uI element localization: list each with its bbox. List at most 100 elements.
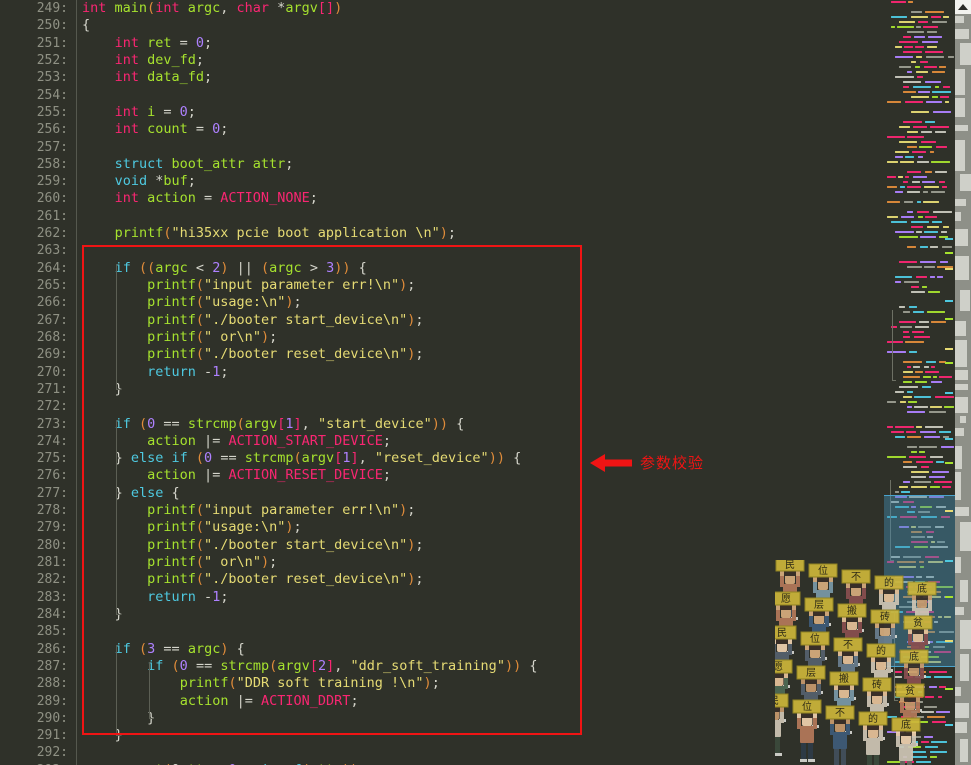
scroll-visual-block	[955, 472, 961, 500]
code-line[interactable]: return -1;	[82, 364, 884, 381]
scroll-visual-block	[960, 290, 970, 311]
line-number: 273:	[36, 416, 68, 432]
line-number: 257:	[36, 139, 68, 155]
code-line[interactable]	[82, 242, 884, 259]
line-number: 276:	[36, 468, 68, 484]
code-line[interactable]: void *buf;	[82, 173, 884, 190]
code-line[interactable]: printf("./booter reset_device\n");	[82, 346, 884, 363]
code-line[interactable]: }	[82, 381, 884, 398]
code-line[interactable]: printf("./booter reset_device\n");	[82, 571, 884, 588]
code-line[interactable]: {	[82, 17, 884, 34]
line-number: 265:	[36, 278, 68, 293]
code-line[interactable]: } else {	[82, 485, 884, 502]
line-number: 275:	[36, 451, 68, 467]
line-number: 260:	[36, 191, 68, 207]
editor-window: 249: 250: 251: 252: 253: 254: 255: 256: 257: 258:…	[0, 0, 971, 765]
minimap-line	[884, 760, 955, 765]
code-line[interactable]: }	[82, 710, 884, 727]
line-number: 269:	[36, 347, 68, 363]
line-number: 253:	[36, 70, 68, 86]
line-number: 278:	[36, 503, 68, 519]
line-number: 272:	[36, 399, 68, 415]
line-number: 252:	[36, 52, 68, 68]
code-line[interactable]: int main(int argc, char *argv[])	[82, 0, 884, 17]
overview-ruler-mark	[945, 688, 953, 690]
code-line[interactable]: printf("usage:\n");	[82, 519, 884, 536]
minimap-indent-guide-foot	[892, 380, 896, 381]
code-line[interactable]	[82, 87, 884, 104]
line-number: 254:	[36, 87, 68, 103]
code-content[interactable]: int main(int argc, char *argv[]){ int re…	[82, 0, 884, 765]
code-line[interactable]: }	[82, 606, 884, 623]
code-line[interactable]: printf("DDR soft training !\n");	[82, 675, 884, 692]
code-line[interactable]: int action = ACTION_NONE;	[82, 190, 884, 207]
code-line[interactable]	[82, 623, 884, 640]
indent-guide-foot	[116, 735, 122, 737]
code-line[interactable]: struct boot_attr attr;	[82, 156, 884, 173]
minimap[interactable]	[884, 0, 955, 765]
indent-guide-foot	[116, 614, 122, 616]
scroll-visual-block	[960, 174, 971, 191]
scroll-visual-block	[960, 416, 966, 423]
code-line[interactable]: printf("hi35xx pcie boot application \n"…	[82, 225, 884, 242]
code-line[interactable]	[82, 398, 884, 415]
code-editor[interactable]: 249: 250: 251: 252: 253: 254: 255: 256: 257: 258:…	[0, 0, 884, 765]
line-number: 281:	[36, 555, 68, 570]
code-line[interactable]	[82, 744, 884, 761]
line-number: 262:	[36, 226, 68, 242]
code-line[interactable]: int i = 0;	[82, 104, 884, 121]
scroll-visual-block	[955, 125, 968, 131]
scroll-visual-block	[955, 687, 961, 696]
code-line[interactable]: }	[82, 727, 884, 744]
vertical-scrollbar[interactable]	[945, 0, 971, 765]
scroll-visual-block	[955, 607, 964, 615]
overview-ruler-mark	[945, 560, 953, 562]
scroll-visual-block	[955, 428, 964, 436]
code-line[interactable]: action |= ACTION_START_DEVICE;	[82, 433, 884, 450]
code-line[interactable]: } else if (0 == strcmp(argv[1], "reset_d…	[82, 450, 884, 467]
code-line[interactable]: printf(" or\n");	[82, 554, 884, 571]
code-line[interactable]: int data_fd;	[82, 69, 884, 86]
code-line[interactable]: printf("input parameter err!\n");	[82, 502, 884, 519]
code-line[interactable]: printf(" or\n");	[82, 329, 884, 346]
code-line[interactable]	[82, 139, 884, 156]
overview-ruler-mark	[945, 318, 953, 320]
overview-ruler-mark	[945, 438, 953, 440]
code-line[interactable]: action |= ACTION_DDRT;	[82, 693, 884, 710]
gutter-divider	[76, 0, 77, 765]
code-line[interactable]: if (3 == argc) {	[82, 641, 884, 658]
code-line[interactable]: if (0 == strcmp(argv[2], "ddr_soft_train…	[82, 658, 884, 675]
indent-guide	[116, 419, 118, 615]
scroll-visual-block	[960, 580, 968, 602]
code-line[interactable]: int count = 0;	[82, 121, 884, 138]
scroll-visual-block	[955, 557, 961, 573]
line-number: 270:	[36, 364, 68, 380]
line-number: 267:	[36, 312, 68, 328]
indent-guide	[148, 662, 150, 719]
code-line[interactable]: if (0 == strcmp(argv[1], "start_device")…	[82, 416, 884, 433]
code-line[interactable]: printf("usage:\n");	[82, 294, 884, 311]
indent-guide-foot	[116, 389, 122, 391]
code-line[interactable]: int dev_fd;	[82, 52, 884, 69]
code-line[interactable]: if ((argc < 2) || (argc > 3)) {	[82, 260, 884, 277]
line-number: 249:	[36, 1, 68, 16]
scroll-up-button[interactable]	[955, 0, 971, 14]
indent-guide	[116, 263, 118, 390]
line-number: 289:	[36, 693, 68, 709]
line-number: 251:	[36, 35, 68, 51]
line-number: 287:	[36, 658, 68, 674]
code-line[interactable]: printf("./booter start_device\n");	[82, 312, 884, 329]
line-number: 258:	[36, 156, 68, 172]
scroll-visual-block	[955, 703, 969, 718]
scroll-visual-block	[955, 397, 968, 413]
code-line[interactable]: printf("./booter start_device\n");	[82, 537, 884, 554]
code-line[interactable]: return -1;	[82, 589, 884, 606]
code-line[interactable]: printf("input parameter err!\n");	[82, 277, 884, 294]
scroll-visual-block	[960, 739, 968, 762]
code-line[interactable]: action |= ACTION_RESET_DEVICE;	[82, 467, 884, 484]
scroll-visual-block	[955, 384, 968, 390]
code-line[interactable]: int ret = 0;	[82, 35, 884, 52]
scroll-visual-block	[960, 620, 971, 649]
scroll-visual-block	[955, 98, 965, 117]
code-line[interactable]	[82, 208, 884, 225]
